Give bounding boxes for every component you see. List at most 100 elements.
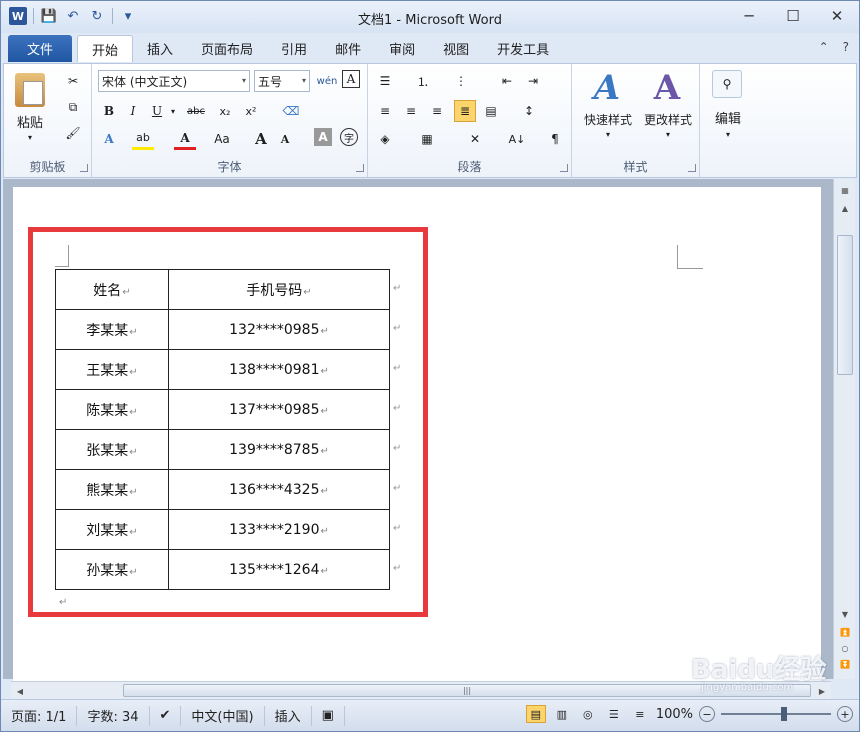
increase-indent-icon[interactable]: ⇥ — [522, 70, 544, 92]
zoom-out-icon[interactable]: − — [699, 706, 715, 722]
paragraph-launcher-icon[interactable] — [560, 164, 568, 172]
numbering-icon[interactable]: ⒈ — [412, 70, 434, 92]
change-case-button[interactable]: Aa — [208, 128, 236, 150]
proofing-icon[interactable]: ✔ — [150, 705, 182, 726]
tab-developer[interactable]: 开发工具 — [483, 35, 563, 62]
previous-page-icon[interactable]: ⏫ — [837, 625, 853, 639]
collapse-ribbon-icon[interactable]: ⌃ — [819, 40, 829, 54]
font-launcher-icon[interactable] — [356, 164, 364, 172]
word-count[interactable]: 字数: 34 — [77, 705, 150, 726]
align-center-icon[interactable]: ≡ — [400, 100, 422, 122]
enclose-characters-icon[interactable]: 字 — [340, 128, 358, 146]
change-styles-button[interactable]: 更改样式 — [636, 110, 700, 128]
borders-icon[interactable]: ▦ — [416, 128, 438, 150]
paste-icon[interactable] — [12, 70, 48, 110]
next-page-icon[interactable]: ⏬ — [837, 657, 853, 671]
scroll-up-icon[interactable]: ▲ — [837, 201, 853, 215]
underline-button[interactable]: U — [146, 100, 168, 122]
zoom-level[interactable]: 100% — [656, 707, 693, 722]
paragraph-group-label: 段落 — [457, 160, 482, 174]
bullets-icon[interactable]: ☰ — [374, 70, 396, 92]
quick-styles-button[interactable]: 快速样式 — [576, 110, 640, 128]
insert-mode[interactable]: 插入 — [265, 705, 312, 726]
font-group-label: 字体 — [217, 160, 242, 174]
clipboard-launcher-icon[interactable] — [80, 164, 88, 172]
font-color-icon[interactable]: A — [174, 128, 196, 150]
print-layout-view-icon[interactable]: ▤ — [525, 705, 546, 723]
font-size-value: 五号 — [258, 74, 283, 89]
highlight-color-icon[interactable]: ab — [132, 128, 154, 150]
font-name-select[interactable]: 宋体 (中文正文) ▾ — [98, 70, 250, 92]
tab-home[interactable]: 开始 — [77, 35, 134, 62]
grow-font-button[interactable]: A — [250, 128, 272, 150]
shading-icon[interactable]: ◈ — [374, 128, 396, 150]
scroll-down-icon[interactable]: ▼ — [837, 607, 853, 621]
quick-styles-icon[interactable]: A — [582, 66, 632, 110]
zoom-slider-knob[interactable] — [781, 707, 787, 721]
tab-review[interactable]: 审阅 — [375, 35, 429, 62]
document-page[interactable]: 姓名↵ 手机号码↵ 李某某↵ 132****0985↵ 王某某↵ 138****… — [13, 187, 821, 687]
select-browse-object-icon[interactable]: ○ — [837, 641, 853, 655]
minimize-button[interactable]: ─ — [727, 1, 771, 31]
format-painter-icon[interactable]: 🖌 — [62, 122, 84, 144]
quick-styles-dropdown-icon[interactable]: ▾ — [602, 128, 614, 140]
line-spacing-icon[interactable]: ↕ — [518, 100, 540, 122]
tab-page-layout[interactable]: 页面布局 — [187, 35, 267, 62]
italic-button[interactable]: I — [122, 100, 144, 122]
full-screen-reading-icon[interactable]: ▥ — [552, 705, 572, 723]
web-layout-icon[interactable]: ◎ — [578, 705, 598, 723]
vertical-scrollbar[interactable]: ▦ ▲ ▼ ⏫ ○ ⏬ — [833, 179, 855, 679]
scroll-left-icon[interactable]: ◀ — [13, 684, 27, 698]
outline-view-icon[interactable]: ☰ — [604, 705, 624, 723]
change-styles-icon[interactable]: A — [642, 66, 692, 110]
clear-formatting-icon[interactable]: ⌫ — [280, 100, 302, 122]
bold-button[interactable]: B — [98, 100, 120, 122]
font-size-select[interactable]: 五号 ▾ — [254, 70, 310, 92]
draft-view-icon[interactable]: ≡ — [630, 705, 650, 723]
tab-view[interactable]: 视图 — [429, 35, 483, 62]
editing-button[interactable]: 编辑 — [706, 108, 750, 127]
strikethrough-button[interactable]: abc — [182, 100, 210, 122]
tab-references[interactable]: 引用 — [267, 35, 321, 62]
copy-icon[interactable]: ⧉ — [62, 96, 84, 118]
subscript-button[interactable]: x₂ — [214, 100, 236, 122]
editing-dropdown-icon[interactable]: ▾ — [722, 128, 734, 140]
help-icon[interactable]: ? — [843, 40, 849, 54]
superscript-button[interactable]: x² — [240, 100, 262, 122]
change-styles-dropdown-icon[interactable]: ▾ — [662, 128, 674, 140]
character-border-icon[interactable]: A — [342, 70, 360, 88]
distributed-icon[interactable]: ▤ — [480, 100, 502, 122]
find-binoculars-icon[interactable]: ⚲ — [712, 70, 742, 98]
decrease-indent-icon[interactable]: ⇤ — [496, 70, 518, 92]
tab-file[interactable]: 文件 — [8, 35, 72, 62]
chinese-layout-icon[interactable]: ✕ — [464, 128, 486, 150]
clipboard-label: 剪贴板 — [29, 160, 66, 174]
zoom-in-icon[interactable]: + — [837, 706, 853, 722]
vertical-scroll-thumb[interactable] — [837, 235, 853, 375]
paste-dropdown-icon[interactable]: ▾ — [22, 130, 38, 144]
justify-icon[interactable]: ≣ — [454, 100, 476, 122]
phonetic-guide-icon[interactable]: wén — [316, 70, 338, 92]
close-button[interactable]: ✕ — [815, 1, 859, 31]
styles-launcher-icon[interactable] — [688, 164, 696, 172]
tab-insert[interactable]: 插入 — [133, 35, 187, 62]
shrink-font-button[interactable]: A — [274, 128, 296, 150]
show-marks-icon[interactable]: ¶ — [544, 128, 566, 150]
page-count[interactable]: 页面: 1/1 — [1, 705, 78, 726]
cut-icon[interactable]: ✂ — [62, 70, 84, 92]
character-shading-icon[interactable]: A — [314, 128, 332, 146]
language-indicator[interactable]: 中文(中国) — [181, 705, 265, 726]
word-window: W 💾 ↶ ↻ ▾ 文档1 - Microsoft Word ─ ☐ ✕ 文件 … — [0, 0, 860, 732]
align-right-icon[interactable]: ≡ — [426, 100, 448, 122]
text-effects-icon[interactable]: A — [98, 128, 120, 150]
multilevel-list-icon[interactable]: ⋮ — [450, 70, 472, 92]
macro-record-icon[interactable]: ▣ — [312, 705, 345, 726]
maximize-button[interactable]: ☐ — [771, 1, 815, 31]
align-left-icon[interactable]: ≡ — [374, 100, 396, 122]
ruler-toggle-icon[interactable]: ▦ — [837, 183, 853, 197]
sort-icon[interactable]: A↓ — [506, 128, 528, 150]
paste-button[interactable]: 粘贴 — [10, 112, 50, 131]
zoom-slider[interactable] — [721, 707, 831, 721]
tab-mailings[interactable]: 邮件 — [321, 35, 375, 62]
underline-dropdown-icon[interactable]: ▾ — [168, 104, 178, 118]
